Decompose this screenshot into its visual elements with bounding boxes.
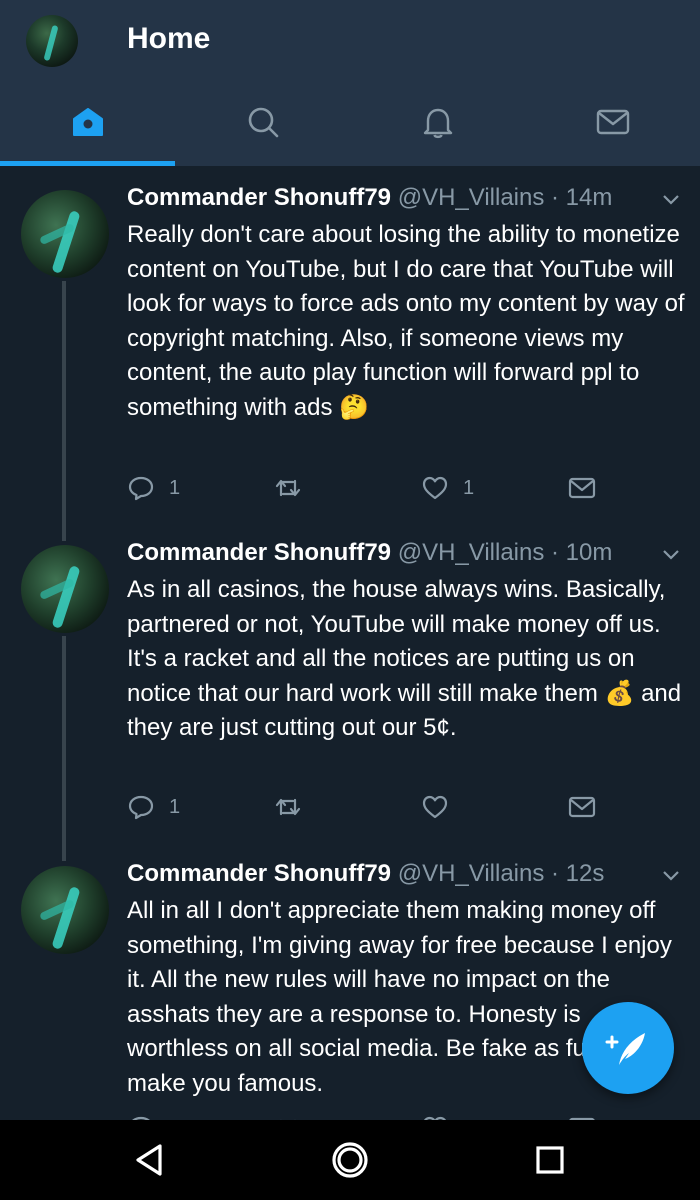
author-name[interactable]: Commander Shonuff79 xyxy=(127,539,391,566)
avatar[interactable] xyxy=(21,866,109,954)
back-icon[interactable] xyxy=(130,1140,170,1180)
page-title: Home xyxy=(127,22,211,55)
system-nav-bar xyxy=(0,1120,700,1200)
chevron-down-icon[interactable] xyxy=(660,864,682,886)
dm-button[interactable] xyxy=(568,474,610,502)
author-handle-time: @VH_Villains · 14m xyxy=(397,184,613,211)
compose-feather-icon xyxy=(605,1033,645,1065)
retweet-button[interactable] xyxy=(274,793,316,821)
compose-tweet-button[interactable] xyxy=(582,1002,674,1094)
retweet-icon xyxy=(275,798,301,816)
tab-home[interactable] xyxy=(0,78,175,166)
mail-icon xyxy=(568,796,596,818)
author-handle-time: @VH_Villains · 10m xyxy=(397,539,613,566)
mail-icon xyxy=(568,477,596,499)
bell-icon xyxy=(423,108,452,139)
tweet-header: Commander Shonuff79 @VH_Villains · 14m xyxy=(127,184,612,212)
top-app-bar: Home xyxy=(0,0,700,166)
retweet-icon xyxy=(275,479,301,497)
thread-line xyxy=(62,636,66,861)
reply-button[interactable]: 1 xyxy=(127,474,180,502)
mail-icon xyxy=(596,109,629,135)
heart-icon xyxy=(422,476,448,500)
search-icon xyxy=(248,107,278,138)
retweet-button[interactable] xyxy=(274,474,316,502)
thread-line xyxy=(62,281,66,541)
timeline[interactable]: Commander Shonuff79 @VH_Villains · 14m R… xyxy=(0,166,700,1120)
tweet-actions: 1 xyxy=(127,793,687,827)
tab-messages[interactable] xyxy=(525,78,700,166)
tweet-header: Commander Shonuff79 @VH_Villains · 12s xyxy=(127,860,604,888)
tweet-text: Really don't care about losing the abili… xyxy=(127,221,685,421)
avatar[interactable] xyxy=(21,545,109,633)
tab-search[interactable] xyxy=(175,78,350,166)
thread-line xyxy=(62,511,66,535)
tab-bar xyxy=(0,78,700,166)
like-button[interactable] xyxy=(421,793,463,821)
home-nav-icon[interactable] xyxy=(330,1140,370,1180)
like-button[interactable]: 1 xyxy=(421,474,474,502)
thread-line xyxy=(62,832,66,856)
avatar[interactable] xyxy=(21,190,109,278)
tab-notifications[interactable] xyxy=(350,78,525,166)
tweet-actions: 1 1 xyxy=(127,474,687,508)
chevron-down-icon[interactable] xyxy=(660,188,682,210)
reply-count: 1 xyxy=(169,476,181,499)
reply-count: 1 xyxy=(169,795,181,818)
recents-icon[interactable] xyxy=(530,1140,570,1180)
reply-button[interactable]: 1 xyxy=(127,793,180,821)
home-icon xyxy=(72,108,103,136)
author-name[interactable]: Commander Shonuff79 xyxy=(127,184,391,211)
tweet-header: Commander Shonuff79 @VH_Villains · 10m xyxy=(127,539,612,567)
reply-icon xyxy=(128,476,154,501)
chevron-down-icon[interactable] xyxy=(660,543,682,565)
dm-button[interactable] xyxy=(568,793,610,821)
profile-avatar[interactable] xyxy=(26,15,78,67)
author-name[interactable]: Commander Shonuff79 xyxy=(127,860,391,887)
like-count: 1 xyxy=(463,476,475,499)
reply-icon xyxy=(128,795,154,820)
heart-icon xyxy=(422,795,448,819)
tweet-text: As in all casinos, the house always wins… xyxy=(127,576,682,741)
author-handle-time: @VH_Villains · 12s xyxy=(397,860,605,887)
